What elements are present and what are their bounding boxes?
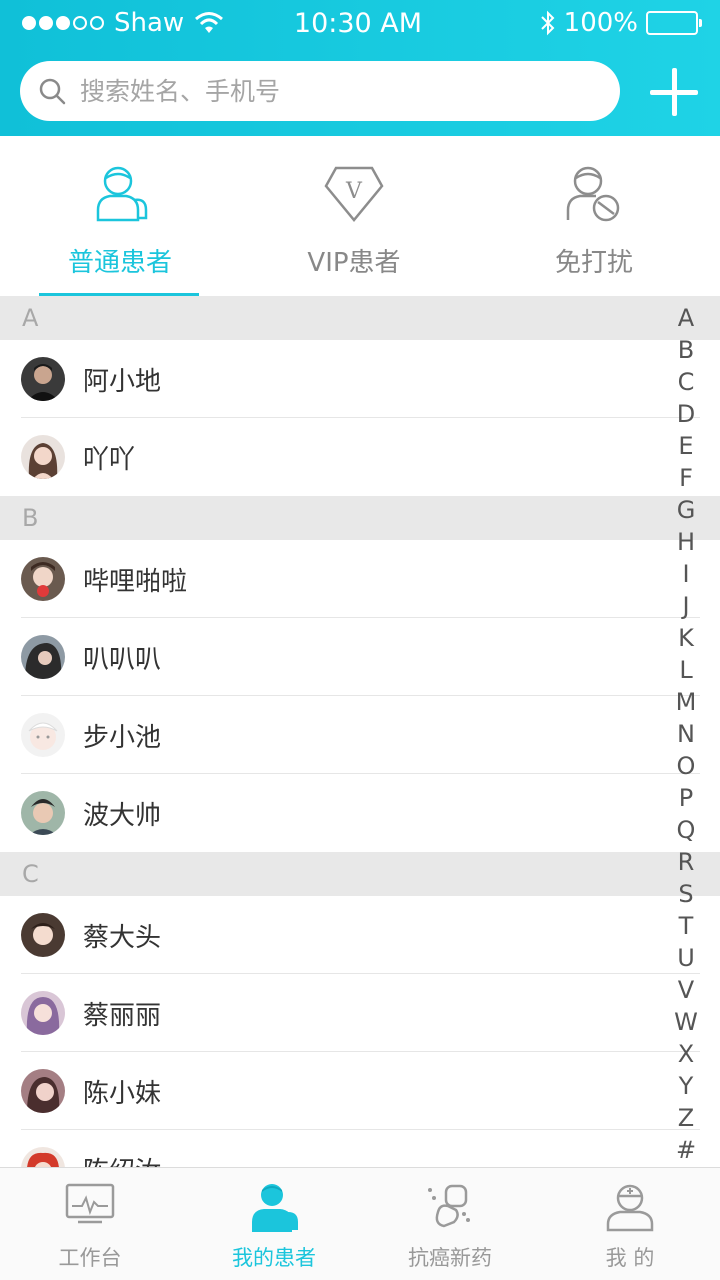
tab-regular-patients[interactable]: 普通患者 — [0, 136, 240, 296]
list-item[interactable]: 波大帅 — [0, 774, 720, 852]
patient-name: 吖吖 — [83, 444, 136, 475]
section-header-a: A — [0, 296, 720, 340]
patient-name: 陈绍汝 — [83, 1151, 161, 1168]
tab-workbench[interactable]: 工作台 — [0, 1168, 180, 1280]
tab-vip-patients[interactable]: V VIP患者 — [234, 136, 474, 296]
doctor-icon — [606, 1184, 654, 1232]
index-letter[interactable]: Z — [670, 1102, 702, 1134]
tab-label: 抗癌新药 — [408, 1246, 492, 1270]
list-item[interactable]: 陈绍汝 — [0, 1130, 720, 1167]
index-letter[interactable]: E — [670, 430, 702, 462]
avatar — [21, 1069, 65, 1113]
add-patient-button[interactable] — [650, 68, 698, 116]
search-icon — [39, 78, 66, 105]
tab-mine[interactable]: 我 的 — [540, 1168, 720, 1280]
tab-label: 普通患者 — [67, 248, 172, 278]
index-letter[interactable]: R — [670, 846, 702, 878]
index-letter[interactable]: T — [670, 910, 702, 942]
tab-new-medicine[interactable]: 抗癌新药 — [360, 1168, 540, 1280]
patient-name: 陈小妹 — [83, 1078, 162, 1109]
index-letter[interactable]: J — [670, 590, 702, 622]
section-header-b: B — [0, 496, 720, 540]
index-letter[interactable]: M — [670, 686, 702, 718]
index-letter[interactable]: F — [670, 462, 702, 494]
index-letter[interactable]: X — [670, 1038, 702, 1070]
search-input[interactable] — [80, 76, 560, 106]
header: Shaw 10:30 AM 100% — [0, 0, 720, 136]
list-item[interactable]: 哔哩啪啦 — [0, 540, 720, 618]
index-letter[interactable]: W — [670, 1006, 702, 1038]
patient-name: 阿小地 — [83, 366, 162, 397]
avatar — [21, 635, 65, 679]
tab-do-not-disturb[interactable]: 免打扰 — [474, 136, 714, 296]
status-right: 100% — [540, 8, 702, 38]
patient-name: 步小池 — [83, 722, 162, 753]
section-header-c: C — [0, 852, 720, 896]
index-letter[interactable]: Q — [670, 814, 702, 846]
tab-label: 免打扰 — [554, 248, 633, 278]
list-item[interactable]: 蔡大头 — [0, 896, 720, 974]
person-icon — [96, 166, 148, 222]
index-letter[interactable]: D — [670, 398, 702, 430]
index-letter[interactable]: P — [670, 782, 702, 814]
do-not-disturb-person-icon — [566, 166, 620, 222]
index-letter[interactable]: L — [670, 654, 702, 686]
avatar — [21, 913, 65, 957]
patients-icon — [252, 1184, 298, 1232]
svg-text:V: V — [345, 179, 363, 204]
vip-diamond-icon: V — [324, 166, 384, 222]
patient-name: 波大帅 — [83, 800, 162, 831]
index-letter[interactable]: I — [670, 558, 702, 590]
patients-screen: Shaw 10:30 AM 100% 搜索姓名、手机号 普通患者 V VIP患者… — [0, 0, 720, 1280]
index-letter[interactable]: N — [670, 718, 702, 750]
index-letter[interactable]: C — [670, 366, 702, 398]
patient-list[interactable]: A 阿小地 吖吖 B 哔哩啪啦 叭叭叭 步小池 波大帅 C 蔡大头 蔡丽丽 陈小… — [0, 296, 720, 1167]
index-letter[interactable]: G — [670, 494, 702, 526]
tab-label: 我 的 — [605, 1246, 655, 1270]
patient-name: 哔哩啪啦 — [83, 566, 188, 597]
tab-label: 工作台 — [58, 1246, 122, 1270]
patient-name: 蔡丽丽 — [83, 1000, 162, 1031]
index-letter[interactable]: Y — [670, 1070, 702, 1102]
list-item[interactable]: 陈小妹 — [0, 1052, 720, 1130]
list-item[interactable]: 叭叭叭 — [0, 618, 720, 696]
list-item[interactable]: 阿小地 — [0, 340, 720, 418]
tab-label: VIP患者 — [307, 248, 401, 278]
avatar — [21, 991, 65, 1035]
bluetooth-icon — [540, 10, 555, 36]
avatar — [21, 435, 65, 479]
tab-my-patients[interactable]: 我的患者 — [184, 1168, 364, 1280]
list-item[interactable]: 步小池 — [0, 696, 720, 774]
list-item[interactable]: 蔡丽丽 — [0, 974, 720, 1052]
battery-icon — [646, 11, 702, 35]
medicine-icon — [428, 1184, 470, 1228]
alphabet-index[interactable]: A B C D E F G H I J K L M N O P Q R S T U V W X Y Z # — [670, 302, 702, 1166]
patient-name: 蔡大头 — [83, 922, 162, 953]
avatar — [21, 713, 65, 757]
index-letter[interactable]: A — [670, 302, 702, 334]
avatar — [21, 1147, 65, 1167]
patient-name: 叭叭叭 — [83, 644, 162, 675]
index-letter[interactable]: S — [670, 878, 702, 910]
avatar — [21, 557, 65, 601]
list-item[interactable]: 吖吖 — [0, 418, 720, 496]
avatar — [21, 791, 65, 835]
index-letter[interactable]: H — [670, 526, 702, 558]
battery-percent: 100% — [563, 8, 638, 38]
index-letter[interactable]: V — [670, 974, 702, 1006]
search-bar[interactable] — [20, 61, 620, 121]
patient-category-tabs: 普通患者 V VIP患者 免打扰 — [0, 136, 720, 296]
index-letter[interactable]: K — [670, 622, 702, 654]
index-letter[interactable]: U — [670, 942, 702, 974]
index-letter[interactable]: # — [670, 1134, 702, 1166]
avatar — [21, 357, 65, 401]
monitor-icon — [65, 1183, 115, 1224]
index-letter[interactable]: O — [670, 750, 702, 782]
bottom-tab-bar: 工作台 我的患者 抗癌新药 我 的 — [0, 1167, 720, 1280]
status-bar: Shaw 10:30 AM 100% — [0, 0, 720, 50]
tab-label: 我的患者 — [232, 1246, 316, 1270]
index-letter[interactable]: B — [670, 334, 702, 366]
